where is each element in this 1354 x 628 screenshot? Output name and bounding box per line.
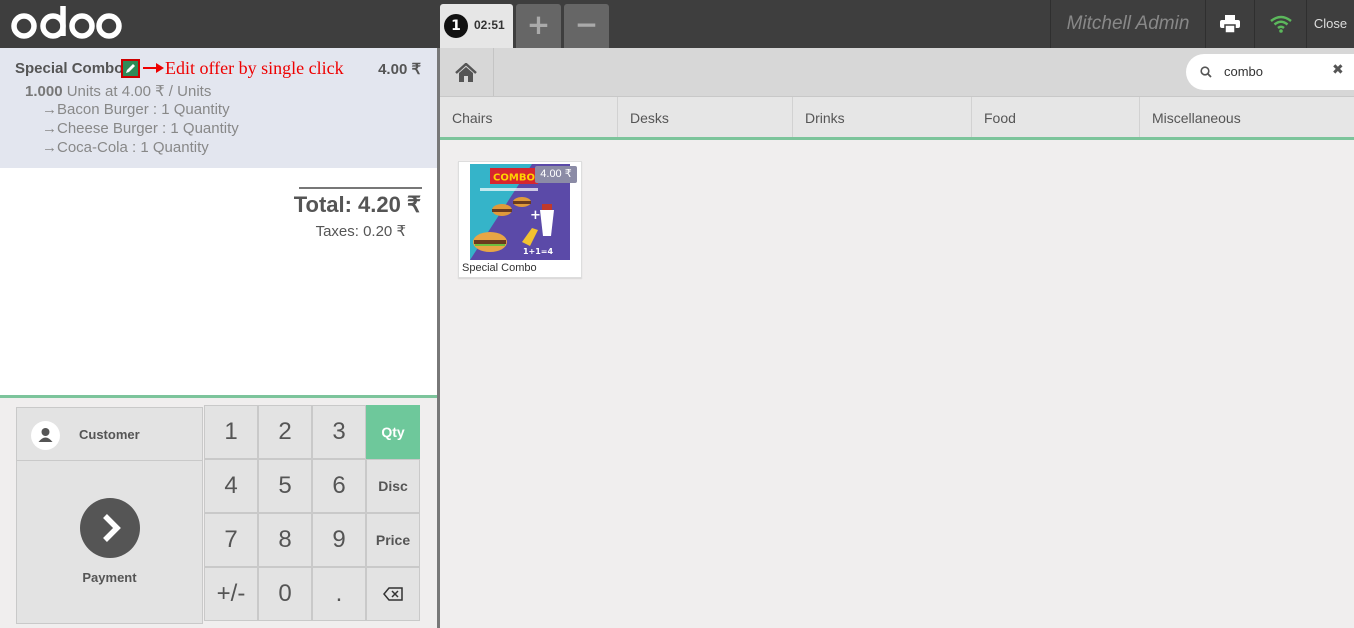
order-number-badge: 1	[444, 14, 468, 38]
numpad-key-1[interactable]: 1	[204, 405, 258, 459]
edit-hint-annotation: Edit offer by single click	[165, 58, 344, 78]
search-icon	[1200, 66, 1212, 78]
numpad-key-3[interactable]: 3	[312, 405, 366, 459]
close-button[interactable]: Close	[1306, 0, 1354, 48]
numpad-key-9[interactable]: 9	[312, 513, 366, 567]
orderline-selected[interactable]: Special Combo Edit offer by single click…	[0, 48, 437, 168]
category-desks[interactable]: Desks	[618, 97, 793, 137]
user-name: Mitchell Admin	[1050, 0, 1205, 48]
backspace-button[interactable]	[366, 567, 420, 621]
orderline-product-name: Special Combo	[15, 60, 124, 77]
orderline-quantity: 1.000	[25, 83, 63, 100]
clear-search-icon[interactable]: ✖	[1332, 62, 1344, 78]
numpad-key-5[interactable]: 5	[258, 459, 312, 513]
orderline-price: 4.00 ₹	[378, 61, 421, 78]
combo-item: →Coca-Cola : 1 Quantity	[42, 139, 209, 156]
combo-item: →Cheese Burger : 1 Quantity	[42, 120, 239, 137]
orderline-unit-info: Units at 4.00 ₹ / Units	[66, 83, 212, 100]
control-pad: Customer Payment 1 2 3 Qty 4 5 6 Disc 7 …	[0, 398, 437, 628]
category-chairs[interactable]: Chairs	[440, 97, 618, 137]
product-name: Special Combo	[462, 262, 537, 274]
totals-divider	[299, 187, 422, 189]
breadcrumb: combo ✖	[440, 48, 1354, 97]
combo-image-caption: 1+1=4	[523, 247, 554, 256]
search-box[interactable]: combo ✖	[1186, 54, 1354, 90]
category-bar: Chairs Desks Drinks Food Miscellaneous	[440, 97, 1354, 140]
order-pane: Special Combo Edit offer by single click…	[0, 48, 437, 628]
edit-combo-button[interactable]	[121, 59, 140, 78]
chevron-right-icon	[80, 498, 140, 558]
combo-item: →Bacon Burger : 1 Quantity	[42, 101, 230, 118]
odoo-logo	[11, 6, 122, 39]
payment-label: Payment	[82, 570, 137, 585]
category-food[interactable]: Food	[972, 97, 1140, 137]
wifi-icon	[1269, 15, 1292, 33]
order-total: Total: 4.20 ₹	[293, 192, 421, 217]
hint-arrow-icon	[143, 63, 164, 73]
connection-status[interactable]	[1254, 0, 1306, 48]
svg-text:+: +	[530, 208, 541, 223]
category-drinks[interactable]: Drinks	[793, 97, 972, 137]
numpad-key-plus-minus[interactable]: +/-	[204, 567, 258, 621]
pencil-icon	[126, 64, 135, 73]
user-icon	[31, 421, 60, 450]
remove-order-button[interactable]: −	[564, 4, 609, 48]
numpad-key-2[interactable]: 2	[258, 405, 312, 459]
mode-disc-button[interactable]: Disc	[366, 459, 420, 513]
top-bar: 1 02:51 + − Mitchell Admin Close	[0, 0, 1354, 48]
print-button[interactable]	[1205, 0, 1254, 48]
payment-button[interactable]: Payment	[16, 460, 203, 624]
numpad-key-6[interactable]: 6	[312, 459, 366, 513]
product-screen: combo ✖ Chairs Desks Drinks Food Miscell…	[440, 48, 1354, 628]
order-time: 02:51	[474, 18, 505, 32]
order-taxes: Taxes: 0.20 ₹	[315, 223, 406, 240]
add-order-button[interactable]: +	[516, 4, 561, 48]
product-price-tag: 4.00 ₹	[535, 166, 577, 183]
category-miscellaneous[interactable]: Miscellaneous	[1140, 97, 1354, 137]
numpad-key-7[interactable]: 7	[204, 513, 258, 567]
combo-image-text: COMBO	[493, 173, 535, 184]
numpad-key-decimal[interactable]: .	[312, 567, 366, 621]
customer-button[interactable]: Customer	[16, 407, 203, 461]
home-icon	[455, 63, 477, 82]
mode-price-button[interactable]: Price	[366, 513, 420, 567]
product-card[interactable]: COMBO + 1+1=4 4.00 ₹ Special Combo	[458, 161, 582, 278]
search-input[interactable]: combo	[1224, 64, 1263, 79]
mode-qty-button[interactable]: Qty	[366, 405, 420, 459]
home-button[interactable]	[440, 48, 494, 96]
numpad-key-8[interactable]: 8	[258, 513, 312, 567]
printer-icon	[1220, 15, 1240, 34]
customer-label: Customer	[79, 427, 140, 442]
numpad-key-4[interactable]: 4	[204, 459, 258, 513]
backspace-icon	[383, 587, 403, 601]
numpad-key-0[interactable]: 0	[258, 567, 312, 621]
order-tab[interactable]: 1 02:51	[440, 4, 513, 48]
orderline-info: 1.000 Units at 4.00 ₹ / Units	[25, 82, 211, 100]
